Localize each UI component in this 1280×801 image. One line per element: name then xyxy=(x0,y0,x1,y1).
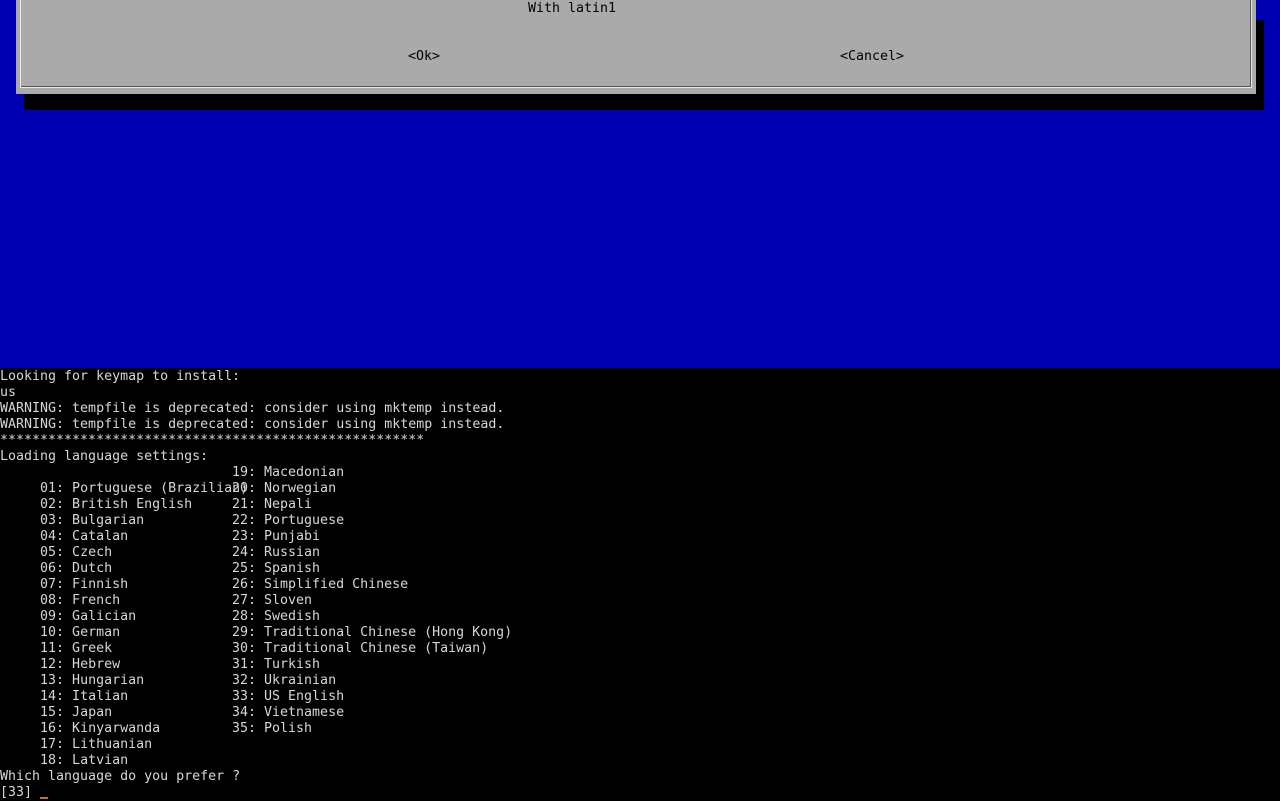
cancel-button[interactable]: <Cancel> xyxy=(840,49,904,65)
language-item: 34: Vietnamese xyxy=(232,705,345,720)
language-item: 28: Swedish xyxy=(232,609,321,624)
language-row: 12: Hebrew 30: Traditional Chinese (Taiw… xyxy=(0,641,488,672)
dialog-frame xyxy=(20,0,1252,88)
language-item: 23: Punjabi xyxy=(232,529,321,544)
language-item: 33: US English xyxy=(232,689,345,704)
language-row: 14: Italian 32: Ukrainian xyxy=(0,673,336,704)
language-item: 30: Traditional Chinese (Taiwan) xyxy=(232,641,489,656)
language-row: 18: Latvian xyxy=(0,737,128,768)
language-item: 21: Nepali xyxy=(232,497,313,512)
language-row: 07: Finnish 25: Spanish xyxy=(0,561,320,592)
language-item: 27: Sloven xyxy=(232,593,313,608)
language-row: 13: Hungarian 31: Turkish xyxy=(0,657,320,688)
language-row: 15: Japan 33: US English xyxy=(0,689,344,720)
language-row: 06: Dutch 24: Russian xyxy=(0,545,320,576)
language-item: 29: Traditional Chinese (Hong Kong) xyxy=(232,625,513,640)
terminal-console[interactable]: Looking for keymap to install: us WARNIN… xyxy=(0,368,1280,800)
language-row: 17: Lithuanian 35: Polish xyxy=(0,721,312,752)
language-row: 01: Portuguese (Brazilian) 19: Macedonia… xyxy=(0,465,344,496)
language-item: 18: Latvian xyxy=(32,753,129,768)
language-item: 31: Turkish xyxy=(232,657,321,672)
dialog-backdrop: With latin1 <Ok> <Cancel> xyxy=(0,0,1280,368)
language-row: 04: Catalan 22: Portuguese xyxy=(0,513,344,544)
language-row: 05: Czech 23: Punjabi xyxy=(0,529,320,560)
warning-line: WARNING: tempfile is deprecated: conside… xyxy=(0,401,505,416)
language-row: 11: Greek 29: Traditional Chinese (Hong … xyxy=(0,625,512,656)
warning-line: WARNING: tempfile is deprecated: conside… xyxy=(0,417,505,432)
text-cursor xyxy=(40,797,48,799)
language-prompt: Which language do you prefer ? xyxy=(0,769,241,784)
default-value[interactable]: [33] xyxy=(0,785,32,801)
log-line: us xyxy=(0,385,17,400)
language-item: 26: Simplified Chinese xyxy=(232,577,409,592)
language-item: 20: Norwegian xyxy=(232,481,337,496)
language-row: 08: French 26: Simplified Chinese xyxy=(0,577,408,608)
language-item: 24: Russian xyxy=(232,545,321,560)
language-row: 10: German 28: Swedish xyxy=(0,609,320,640)
language-item: 35: Polish xyxy=(232,721,313,736)
separator-line: ****************************************… xyxy=(0,433,425,448)
language-item: 19: Macedonian xyxy=(232,465,345,480)
language-item: 22: Portuguese xyxy=(232,513,345,528)
language-row: 09: Galician 27: Sloven xyxy=(0,593,312,624)
dialog-option-text[interactable]: With latin1 xyxy=(528,1,616,17)
ok-button[interactable]: <Ok> xyxy=(408,49,440,65)
language-row: 02: British English 20: Norwegian xyxy=(0,481,336,512)
log-line: Looking for keymap to install: xyxy=(0,369,241,384)
language-item: 32: Ukrainian xyxy=(232,673,337,688)
language-row: 03: Bulgarian 21: Nepali xyxy=(0,497,312,528)
language-item: 25: Spanish xyxy=(232,561,321,576)
log-line: Loading language settings: xyxy=(0,449,209,464)
keymap-dialog: With latin1 <Ok> <Cancel> xyxy=(16,0,1256,94)
language-row: 16: Kinyarwanda 34: Vietnamese xyxy=(0,705,344,736)
